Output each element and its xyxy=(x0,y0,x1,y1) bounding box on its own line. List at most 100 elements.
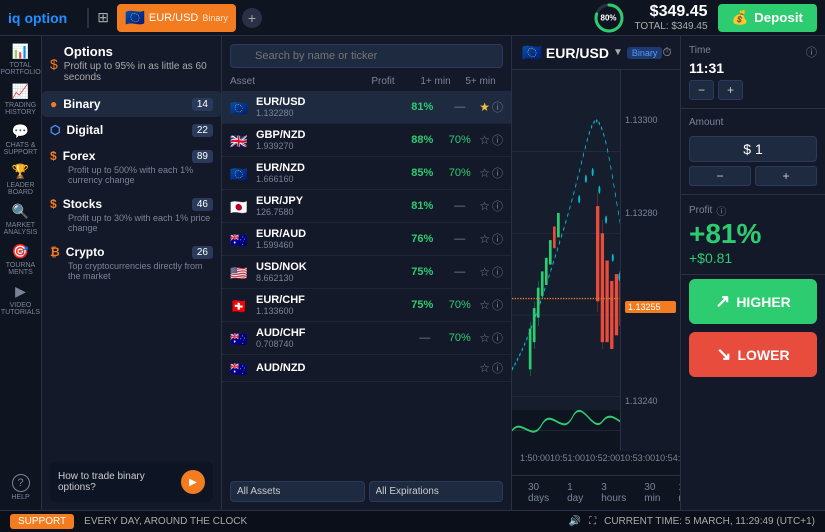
info-usdnok[interactable]: ⓘ xyxy=(492,264,503,280)
amount-minus-button[interactable]: − xyxy=(689,166,751,186)
info-eurnzd[interactable]: ⓘ xyxy=(492,165,503,181)
asset-row-usdnok[interactable]: 🇺🇸 USD/NOK 8.662130 75% — ☆ ⓘ xyxy=(222,256,511,289)
category-stocks[interactable]: $ Stocks 46 Profit up to 30% with each 1… xyxy=(42,191,221,239)
ts-3: 10:52:00 xyxy=(585,453,620,473)
binary-icon: ● xyxy=(50,97,57,111)
info-eurjpy[interactable]: ⓘ xyxy=(492,198,503,214)
filter-expirations-select[interactable]: All Expirations xyxy=(369,481,504,502)
current-time: CURRENT TIME: 5 MARCH, 11:29:49 (UTC+1) xyxy=(604,516,815,527)
sidebar-item-trading-history[interactable]: 📈 TRADING HISTORY xyxy=(2,80,40,118)
category-binary[interactable]: ● Binary 14 xyxy=(42,91,221,117)
tf-30days[interactable]: 30 days xyxy=(520,480,557,506)
stocks-icon: $ xyxy=(50,197,57,211)
fullscreen-icon[interactable]: ⛶ xyxy=(589,516,596,527)
deposit-button[interactable]: 💰 Deposit xyxy=(718,4,817,32)
sidebar-label-analysis: MARKET ANALYSIS xyxy=(2,222,40,236)
min1-eurnzd: 70% xyxy=(442,167,477,179)
time-minus-button[interactable]: − xyxy=(689,80,714,100)
sidebar-item-market-analysis[interactable]: 🔍 MARKET ANALYSIS xyxy=(2,200,40,238)
asset-name-eurchf: EUR/CHF xyxy=(256,294,402,306)
info-audnzd[interactable]: ⓘ xyxy=(492,360,503,376)
how-to-trade[interactable]: How to trade binary options? ▶ xyxy=(50,462,213,502)
deposit-icon: 💰 xyxy=(732,10,749,26)
time-plus-button[interactable]: + xyxy=(718,80,743,100)
sidebar-item-leaderboard[interactable]: 🏆 LEADER BOARD xyxy=(2,160,40,198)
amount-plus-button[interactable]: + xyxy=(755,166,817,186)
star-euraud[interactable]: ☆ xyxy=(479,232,490,246)
lower-button[interactable]: ↘ LOWER xyxy=(689,332,817,377)
sidebar-item-tournaments[interactable]: 🎯 TOURNA MENTS xyxy=(2,240,40,278)
tf-15min[interactable]: 15 min xyxy=(670,480,680,506)
instrument-type-badge: Binary xyxy=(627,47,663,59)
asset-info-eurusd: EUR/USD 1.132280 xyxy=(256,96,402,118)
tf-3hours[interactable]: 3 hours xyxy=(593,480,634,506)
tf-30min[interactable]: 30 min xyxy=(636,480,668,506)
ticker-text: EVERY DAY, AROUND THE CLOCK xyxy=(84,516,568,527)
category-forex[interactable]: $ Forex 89 Profit up to 500% with each 1… xyxy=(42,143,221,191)
asset-row-audnzd[interactable]: 🇦🇺 AUD/NZD ☆ ⓘ xyxy=(222,355,511,382)
asset-row-eurusd[interactable]: 🇪🇺 EUR/USD 1.132280 81% — ★ ⓘ xyxy=(222,91,511,124)
star-gbpnzd[interactable]: ☆ xyxy=(479,133,490,147)
history-icon: 📈 xyxy=(12,83,29,100)
sidebar-item-help[interactable]: ? HELP xyxy=(2,468,40,506)
time-section: Time ⓘ 11:31 − + xyxy=(681,36,825,109)
asset-info-eurnzd: EUR/NZD 1.666160 xyxy=(256,162,402,184)
support-button[interactable]: SUPPORT xyxy=(10,514,74,529)
asset-row-gbpnzd[interactable]: 🇬🇧 GBP/NZD 1.939270 88% 70% ☆ ⓘ xyxy=(222,124,511,157)
timeframe-bar: 30 days 1 day 3 hours 30 min 15 min 5 mi… xyxy=(512,475,680,510)
asset-row-audchf[interactable]: 🇦🇺 AUD/CHF 0.708740 — 70% ☆ ⓘ xyxy=(222,322,511,355)
sidebar-item-video-tutorials[interactable]: ▶ VIDEO TUTORIALS xyxy=(2,280,40,318)
info-audchf[interactable]: ⓘ xyxy=(492,330,503,346)
tf-1day[interactable]: 1 day xyxy=(559,480,591,506)
star-eurnzd[interactable]: ☆ xyxy=(479,166,490,180)
asset-name-usdnok: USD/NOK xyxy=(256,261,402,273)
profit-eurnzd: 85% xyxy=(402,167,442,179)
flag-euraud: 🇦🇺 xyxy=(230,232,250,246)
category-digital[interactable]: ⬡ Digital 22 xyxy=(42,117,221,143)
flag-eurusd: 🇪🇺 xyxy=(230,100,250,114)
star-audnzd[interactable]: ☆ xyxy=(479,361,490,375)
amount-input[interactable] xyxy=(689,136,817,162)
sidebar-label-history: TRADING HISTORY xyxy=(2,102,40,116)
info-eurusd[interactable]: ⓘ xyxy=(492,99,503,115)
trophy-icon: 🏆 xyxy=(12,163,29,180)
stocks-count: 46 xyxy=(192,198,213,211)
add-tab-button[interactable]: + xyxy=(242,8,262,28)
filter-assets-select[interactable]: All Assets xyxy=(230,481,365,502)
profit-eurjpy: 81% xyxy=(402,200,442,212)
sidebar-label-tournaments: TOURNA MENTS xyxy=(2,262,40,276)
asset-price-eurchf: 1.133600 xyxy=(256,306,402,316)
info-eurchf[interactable]: ⓘ xyxy=(492,297,503,313)
play-button[interactable]: ▶ xyxy=(181,470,205,494)
asset-info-euraud: EUR/AUD 1.599460 xyxy=(256,228,402,250)
price-scale-current: 1.13255 xyxy=(625,301,676,313)
star-audchf[interactable]: ☆ xyxy=(479,331,490,345)
asset-row-eurchf[interactable]: 🇨🇭 EUR/CHF 1.133600 75% 70% ☆ ⓘ xyxy=(222,289,511,322)
help-icon: ? xyxy=(12,474,30,492)
sidebar-item-total-portfolio[interactable]: 📊 TOTAL PORTFOLIO xyxy=(2,40,40,78)
star-eurchf[interactable]: ☆ xyxy=(479,298,490,312)
star-eurjpy[interactable]: ☆ xyxy=(479,199,490,213)
asset-row-eurnzd[interactable]: 🇪🇺 EUR/NZD 1.666160 85% 70% ☆ ⓘ xyxy=(222,157,511,190)
sidebar-item-chats-support[interactable]: 💬 CHATS & SUPPORT xyxy=(2,120,40,158)
asset-price-euraud: 1.599460 xyxy=(256,240,402,250)
higher-button[interactable]: ↗ HIGHER xyxy=(689,279,817,324)
star-usdnok[interactable]: ☆ xyxy=(479,265,490,279)
active-tab[interactable]: 🇪🇺 EUR/USD Binary xyxy=(117,4,236,32)
binary-count: 14 xyxy=(192,98,213,111)
asset-row-euraud[interactable]: 🇦🇺 EUR/AUD 1.599460 76% — ☆ ⓘ xyxy=(222,223,511,256)
asset-info-eurchf: EUR/CHF 1.133600 xyxy=(256,294,402,316)
tab-label: EUR/USD xyxy=(149,12,199,24)
info-euraud[interactable]: ⓘ xyxy=(492,231,503,247)
min1-eurusd: — xyxy=(442,101,477,113)
search-input[interactable] xyxy=(230,44,503,68)
category-crypto[interactable]: ₿ Crypto 26 Top cryptocurrencies directl… xyxy=(42,239,221,287)
crypto-icon: ₿ xyxy=(50,245,60,259)
asset-row-eurjpy[interactable]: 🇯🇵 EUR/JPY 126.7580 81% — ☆ ⓘ xyxy=(222,190,511,223)
info-gbpnzd[interactable]: ⓘ xyxy=(492,132,503,148)
star-eurusd[interactable]: ★ xyxy=(479,100,490,114)
volume-icon[interactable]: 🔊 xyxy=(569,516,581,527)
price-scale-low: 1.13240 xyxy=(625,396,676,406)
balance-amount: $349.45 xyxy=(635,3,708,21)
progress-indicator: 80% xyxy=(593,2,625,34)
